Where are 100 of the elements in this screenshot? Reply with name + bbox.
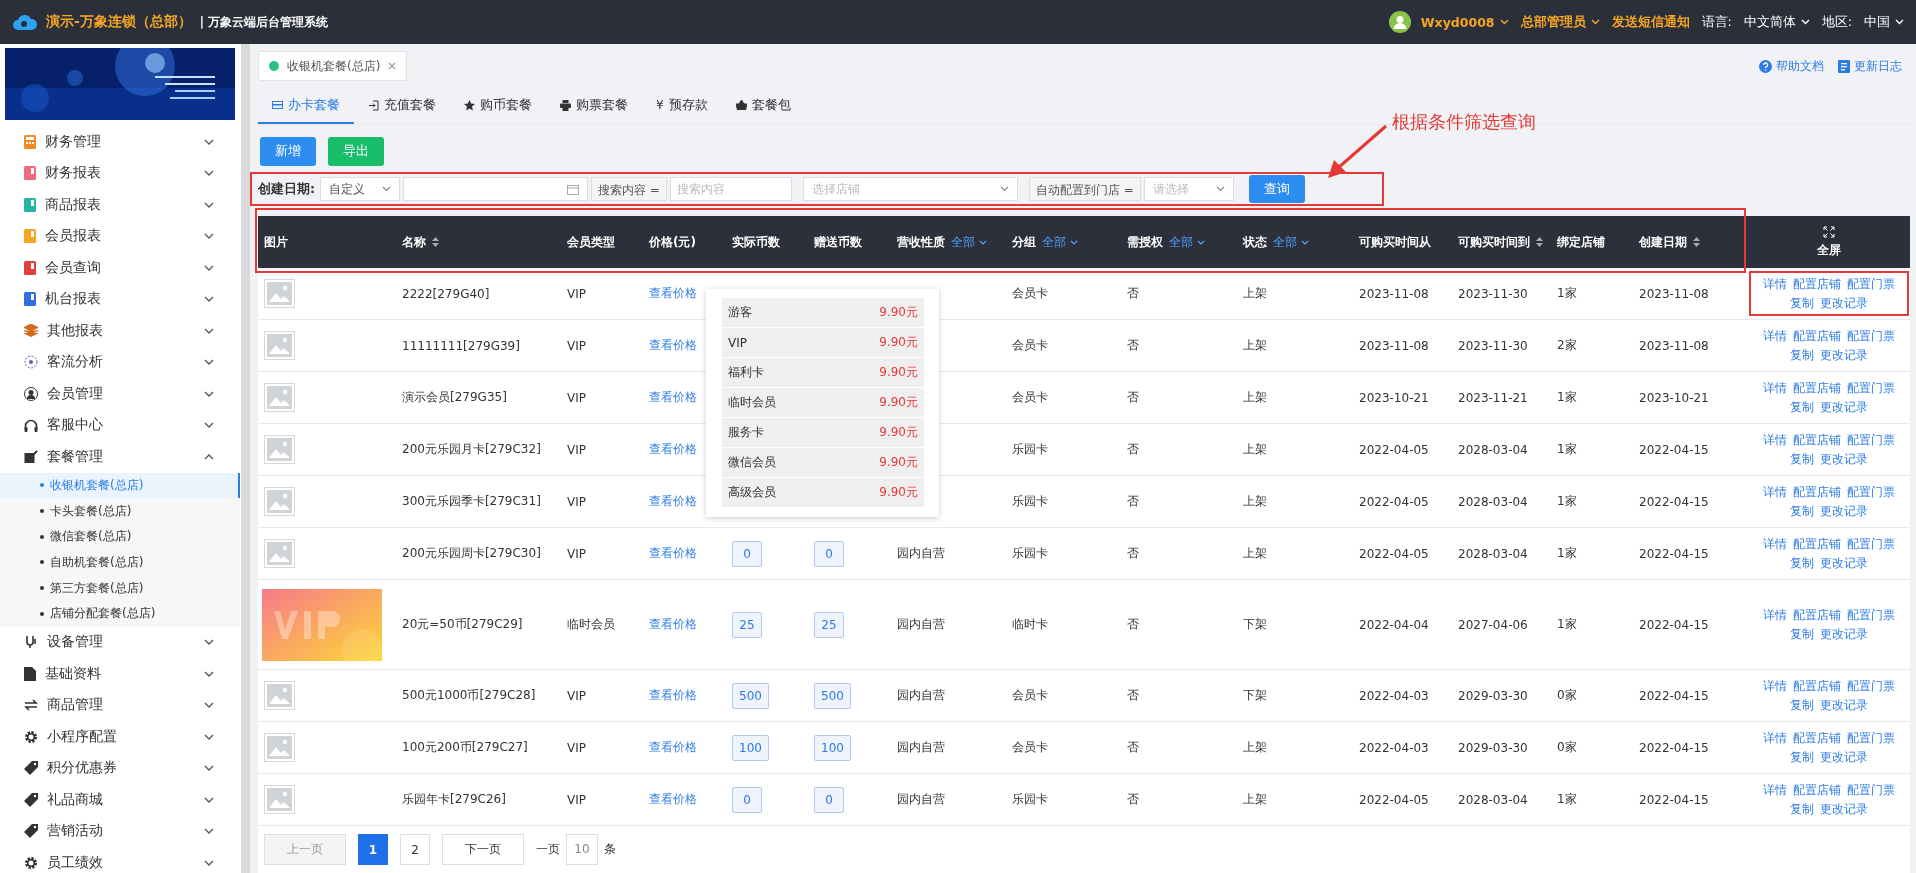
sort-icon[interactable] bbox=[1536, 237, 1543, 247]
action-link[interactable]: 配置门票 bbox=[1847, 327, 1895, 345]
region-menu[interactable]: 中国 bbox=[1862, 13, 1906, 31]
action-link[interactable]: 复制 bbox=[1790, 502, 1814, 520]
tab[interactable]: ¥ 预存款 bbox=[642, 88, 722, 124]
action-link[interactable]: 配置门票 bbox=[1847, 431, 1895, 449]
search-field[interactable]: 搜索内容 bbox=[669, 177, 792, 201]
action-link[interactable]: 配置店铺 bbox=[1793, 327, 1841, 345]
action-link[interactable]: 详情 bbox=[1763, 606, 1787, 624]
action-link[interactable]: 复制 bbox=[1790, 294, 1814, 312]
view-price-link[interactable]: 查看价格 bbox=[649, 616, 697, 633]
view-price-link[interactable]: 查看价格 bbox=[649, 285, 697, 302]
submenu-item[interactable]: 店铺分配套餐(总店) bbox=[0, 600, 240, 627]
date-mode-select[interactable]: 自定义 bbox=[320, 177, 400, 201]
action-link[interactable]: 详情 bbox=[1763, 677, 1787, 695]
fullscreen-icon[interactable] bbox=[1823, 225, 1835, 238]
page-size-field[interactable]: 10 bbox=[566, 834, 598, 865]
column-filter[interactable]: 全部 bbox=[1169, 233, 1205, 251]
coin-field[interactable]: 100 bbox=[732, 734, 769, 761]
action-link[interactable]: 更改记录 bbox=[1820, 346, 1868, 364]
page-button[interactable]: 2 bbox=[400, 834, 430, 865]
submenu-item[interactable]: 第三方套餐(总店) bbox=[0, 575, 240, 601]
action-link[interactable]: 配置门票 bbox=[1847, 535, 1895, 553]
help-link[interactable]: 帮助文档 bbox=[1759, 57, 1824, 75]
scrollbar[interactable] bbox=[241, 44, 250, 873]
column-filter[interactable]: 全部 bbox=[1042, 233, 1078, 251]
action-link[interactable]: 更改记录 bbox=[1820, 398, 1868, 416]
coin-field[interactable]: 25 bbox=[814, 611, 844, 638]
view-price-link[interactable]: 查看价格 bbox=[649, 545, 697, 562]
action-link[interactable]: 更改记录 bbox=[1820, 502, 1868, 520]
action-link[interactable]: 配置门票 bbox=[1847, 379, 1895, 397]
tab[interactable]: 充值套餐 bbox=[354, 88, 450, 124]
action-link[interactable]: 配置店铺 bbox=[1793, 729, 1841, 747]
submenu-item[interactable]: 收银机套餐(总店) bbox=[0, 472, 240, 499]
action-link[interactable]: 复制 bbox=[1790, 625, 1814, 643]
action-link[interactable]: 配置店铺 bbox=[1793, 535, 1841, 553]
page-button[interactable]: 1 bbox=[358, 834, 388, 865]
action-link[interactable]: 复制 bbox=[1790, 450, 1814, 468]
submenu-item[interactable]: 卡头套餐(总店) bbox=[0, 498, 240, 524]
sort-icon[interactable] bbox=[432, 237, 439, 247]
action-link[interactable]: 更改记录 bbox=[1820, 625, 1868, 643]
coin-field[interactable]: 0 bbox=[814, 540, 844, 567]
action-link[interactable]: 配置门票 bbox=[1847, 677, 1895, 695]
query-button[interactable]: 查询 bbox=[1248, 175, 1305, 203]
view-price-link[interactable]: 查看价格 bbox=[649, 389, 697, 406]
submenu-item[interactable]: 微信套餐(总店) bbox=[0, 523, 240, 550]
coin-field[interactable]: 0 bbox=[732, 786, 762, 813]
action-link[interactable]: 详情 bbox=[1763, 483, 1787, 501]
action-link[interactable]: 复制 bbox=[1790, 346, 1814, 364]
action-link[interactable]: 配置门票 bbox=[1847, 275, 1895, 293]
action-link[interactable]: 配置店铺 bbox=[1793, 677, 1841, 695]
tab[interactable]: 办卡套餐 bbox=[258, 88, 354, 124]
export-button[interactable]: 导出 bbox=[328, 137, 384, 166]
action-link[interactable]: 复制 bbox=[1790, 748, 1814, 766]
action-link[interactable]: 配置门票 bbox=[1847, 606, 1895, 624]
next-page-button[interactable]: 下一页 bbox=[442, 834, 524, 865]
action-link[interactable]: 详情 bbox=[1763, 729, 1787, 747]
column-filter[interactable]: 全部 bbox=[951, 233, 987, 251]
action-link[interactable]: 更改记录 bbox=[1820, 450, 1868, 468]
action-link[interactable]: 复制 bbox=[1790, 800, 1814, 818]
coin-field[interactable]: 0 bbox=[814, 786, 844, 813]
coin-field[interactable]: 500 bbox=[814, 682, 851, 709]
action-link[interactable]: 配置店铺 bbox=[1793, 483, 1841, 501]
role-menu[interactable]: 总部管理员 bbox=[1518, 13, 1602, 31]
view-price-link[interactable]: 查看价格 bbox=[649, 337, 697, 354]
action-link[interactable]: 配置店铺 bbox=[1793, 606, 1841, 624]
action-link[interactable]: 更改记录 bbox=[1820, 554, 1868, 572]
date-range-field[interactable] bbox=[403, 177, 588, 201]
notify-link[interactable]: 发送短信通知 bbox=[1609, 13, 1692, 31]
action-link[interactable]: 详情 bbox=[1763, 327, 1787, 345]
action-link[interactable]: 详情 bbox=[1763, 275, 1787, 293]
user-menu[interactable]: Wxyd0008 bbox=[1418, 14, 1511, 30]
action-link[interactable]: 复制 bbox=[1790, 696, 1814, 714]
close-icon[interactable] bbox=[388, 62, 397, 70]
action-link[interactable]: 配置店铺 bbox=[1793, 431, 1841, 449]
action-link[interactable]: 详情 bbox=[1763, 535, 1787, 553]
action-link[interactable]: 复制 bbox=[1790, 554, 1814, 572]
action-link[interactable]: 更改记录 bbox=[1820, 800, 1868, 818]
action-link[interactable]: 配置店铺 bbox=[1793, 781, 1841, 799]
coin-field[interactable]: 0 bbox=[732, 540, 762, 567]
tab[interactable]: 购币套餐 bbox=[450, 88, 546, 124]
help-link[interactable]: 更新日志 bbox=[1838, 57, 1902, 75]
action-link[interactable]: 配置门票 bbox=[1847, 483, 1895, 501]
action-link[interactable]: 详情 bbox=[1763, 431, 1787, 449]
view-price-link[interactable]: 查看价格 bbox=[649, 791, 697, 808]
action-link[interactable]: 详情 bbox=[1763, 781, 1787, 799]
coin-field[interactable]: 25 bbox=[732, 611, 762, 638]
action-link[interactable]: 配置店铺 bbox=[1793, 275, 1841, 293]
view-price-link[interactable]: 查看价格 bbox=[649, 687, 697, 704]
action-link[interactable]: 详情 bbox=[1763, 379, 1787, 397]
prev-page-button[interactable]: 上一页 bbox=[264, 834, 346, 865]
action-link[interactable]: 配置店铺 bbox=[1793, 379, 1841, 397]
action-link[interactable]: 更改记录 bbox=[1820, 294, 1868, 312]
column-filter[interactable]: 全部 bbox=[1273, 233, 1309, 251]
coin-field[interactable]: 500 bbox=[732, 682, 769, 709]
coin-field[interactable]: 100 bbox=[814, 734, 851, 761]
tab[interactable]: 购票套餐 bbox=[546, 88, 642, 124]
action-link[interactable]: 复制 bbox=[1790, 398, 1814, 416]
action-link[interactable]: 配置门票 bbox=[1847, 729, 1895, 747]
tab[interactable]: 套餐包 bbox=[721, 88, 805, 124]
